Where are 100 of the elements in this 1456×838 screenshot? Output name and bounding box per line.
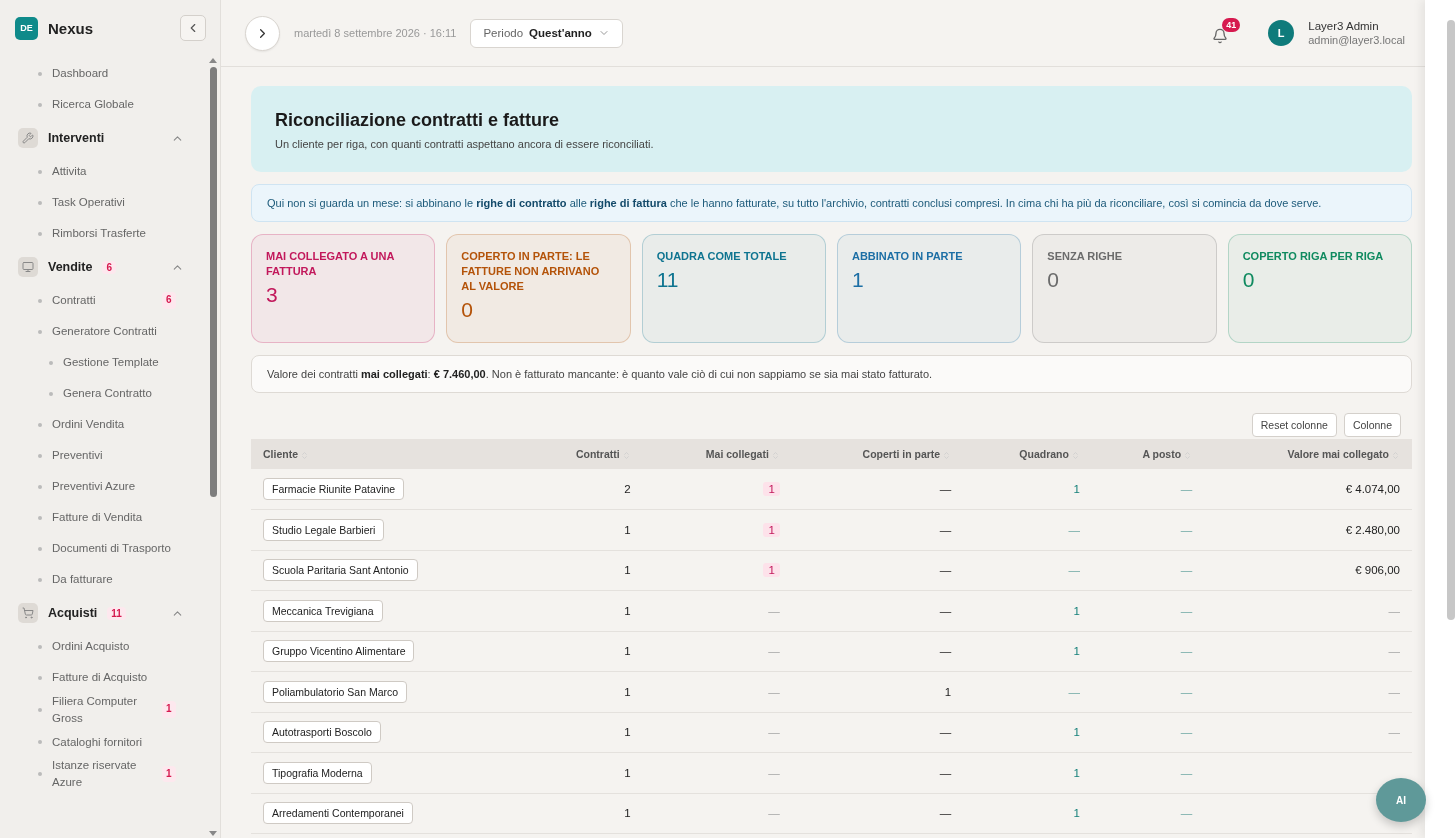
table-cell: 1 <box>624 685 631 698</box>
brand-name: Nexus <box>48 19 95 37</box>
client-tag[interactable]: Studio Legale Barbieri <box>263 518 385 541</box>
table-cell: 1 <box>624 726 631 739</box>
table-cell: — <box>939 726 952 739</box>
column-header[interactable]: Valore mai collegato <box>1287 448 1389 460</box>
table-cell: — <box>1180 564 1193 577</box>
sidebar-section[interactable]: Acquisti 11 <box>18 595 206 631</box>
table-cell: — <box>1180 523 1193 536</box>
table-cell: € 2.480,00 <box>1345 523 1400 536</box>
cart-icon <box>22 607 34 619</box>
sidebar-item[interactable]: Istanze riservate Azure 1 <box>18 757 206 791</box>
sidebar-item[interactable]: Fatture di Acquisto <box>18 662 206 693</box>
table-cell: 1 <box>763 563 780 578</box>
sidebar-item[interactable]: Filiera Computer Gross 1 <box>18 693 206 727</box>
sidebar-item[interactable]: Generatore Contratti <box>18 316 206 347</box>
table-cell: 1 <box>1073 807 1080 820</box>
bell-icon <box>1212 28 1229 44</box>
sidebar-item[interactable]: Genera Contratto <box>18 378 206 409</box>
scrollbar[interactable] <box>1447 20 1455 620</box>
table-cell: 2 <box>624 483 631 495</box>
table-button[interactable]: Colonne <box>1343 413 1401 437</box>
stat-value: 0 <box>1242 267 1256 292</box>
sidebar-section[interactable]: Vendite 6 <box>18 249 206 285</box>
page-subtitle: Un cliente per riga, con quanti contratti aspettano ancora di essere riconciliati. <box>275 138 655 150</box>
sidebar-item[interactable]: Documenti di Trasporto <box>18 533 206 564</box>
count-badge: 11 <box>107 606 126 620</box>
period-dropdown[interactable]: Periodo Quest'anno <box>470 18 623 48</box>
table-cell: € 4.074,00 <box>1345 483 1400 495</box>
collapse-sidebar-button[interactable] <box>180 15 206 41</box>
stat-value: 0 <box>1047 267 1060 292</box>
client-tag[interactable]: Tipografia Moderna <box>263 761 372 784</box>
table-cell: — <box>1180 645 1193 658</box>
count-badge: 6 <box>102 260 117 274</box>
client-tag[interactable]: Arredamenti Contemporanei <box>263 802 413 825</box>
client-tag[interactable]: Scuola Paritaria Sant Antonio <box>263 559 418 582</box>
column-header[interactable]: Mai collegati <box>705 448 769 460</box>
column-header[interactable]: Quadrano <box>1019 448 1069 460</box>
info-message: Qui non si guarda un mese: si abbinano le righe di contratto alle righe di fattura che le hanno fatturate, su tutto l'archivio, contratti conclusi compresi. In cima chi ha più da riconciliare, così si comincia da dove serve. <box>251 184 1412 222</box>
sidebar-item[interactable]: Da fatturare <box>18 564 206 595</box>
client-tag[interactable]: Poliambulatorio San Marco <box>263 680 408 703</box>
client-tag[interactable]: Meccanica Trevigiana <box>263 599 383 622</box>
table-cell: 1 <box>624 523 631 536</box>
stat-label: SENZA RIGHE <box>1047 249 1124 264</box>
table-cell: 1 <box>944 685 952 698</box>
sidebar-item[interactable]: Cataloghi fornitori <box>18 726 206 758</box>
table-cell: 1 <box>1073 604 1080 617</box>
assistant-button[interactable]: AI <box>1376 778 1426 822</box>
stat-value: 0 <box>461 297 474 322</box>
monitor-icon <box>22 261 34 273</box>
count-badge: 1 <box>162 765 176 783</box>
table-cell: — <box>1388 645 1400 658</box>
sidebar-item[interactable]: Dashboard <box>18 58 206 89</box>
table-cell: — <box>1068 685 1080 698</box>
stat-label: COPERTO IN PARTE: LE FATTURE NON ARRIVANO AL VALORE <box>461 249 601 294</box>
sidebar-item[interactable]: Preventivi Azure <box>18 471 206 502</box>
sidebar-item[interactable]: Rimborsi Trasferte <box>18 218 206 249</box>
sidebar-item[interactable]: Preventivi <box>18 440 206 471</box>
sidebar-item[interactable]: Fatture di Vendita <box>18 502 206 533</box>
logo: DE <box>15 16 38 40</box>
column-header[interactable]: Contratti <box>575 448 620 460</box>
sidebar-section[interactable]: Interventi <box>18 120 206 156</box>
notification-count: 41 <box>1222 18 1241 32</box>
column-header[interactable]: Coperti in parte <box>862 448 941 460</box>
table-button[interactable]: Reset colonne <box>1251 413 1337 437</box>
sidebar-item[interactable]: Contratti 6 <box>18 285 206 316</box>
table-cell: — <box>1180 807 1193 820</box>
sidebar-item[interactable]: Ricerca Globale <box>18 89 206 120</box>
sidebar-item[interactable]: Ordini Vendita <box>18 409 206 440</box>
client-tag[interactable]: Gruppo Vicentino Alimentare <box>263 640 415 663</box>
table-cell: — <box>1180 766 1193 779</box>
table-cell: 1 <box>624 766 631 779</box>
column-header[interactable]: A posto <box>1142 448 1182 460</box>
stat-label: MAI COLLEGATO A UNA FATTURA <box>266 249 395 279</box>
table-cell: — <box>939 766 952 779</box>
table-cell: 1 <box>1073 766 1080 779</box>
table-cell: 1 <box>1073 726 1080 739</box>
table-cell: — <box>939 483 952 495</box>
table-cell: — <box>1180 685 1193 698</box>
client-tag[interactable]: Farmacie Riunite Patavine <box>263 478 405 500</box>
stat-label: ABBINATO IN PARTE <box>852 249 964 264</box>
sidebar-item[interactable]: Task Operativi <box>18 187 206 218</box>
table-cell: 1 <box>624 604 631 617</box>
stat-label: QUADRA COME TOTALE <box>656 249 788 264</box>
notifications-button[interactable]: 41 <box>1208 18 1241 48</box>
table-cell: — <box>1388 685 1400 698</box>
table-cell: 1 <box>624 807 631 820</box>
stat-value: 1 <box>852 267 865 292</box>
column-header[interactable]: Cliente <box>263 448 298 460</box>
sidebar-item[interactable]: Attivita <box>18 156 206 187</box>
expand-button[interactable] <box>245 15 280 51</box>
table-cell: — <box>768 766 780 779</box>
table-cell: — <box>1180 604 1193 617</box>
stat-value: 11 <box>656 267 680 292</box>
sidebar-item[interactable]: Ordini Acquisto <box>18 631 206 662</box>
sidebar-item[interactable]: Gestione Template <box>18 347 206 378</box>
client-tag[interactable]: Autotrasporti Boscolo <box>263 721 381 744</box>
user-avatar[interactable]: L <box>1268 20 1295 46</box>
summary-note: Valore dei contratti mai collegati: € 7.460,00. Non è fatturato mancante: è quanto vale ciò di cui non sappiamo se sia mai stato fatturato. <box>251 355 1412 393</box>
table-cell: — <box>768 645 780 658</box>
